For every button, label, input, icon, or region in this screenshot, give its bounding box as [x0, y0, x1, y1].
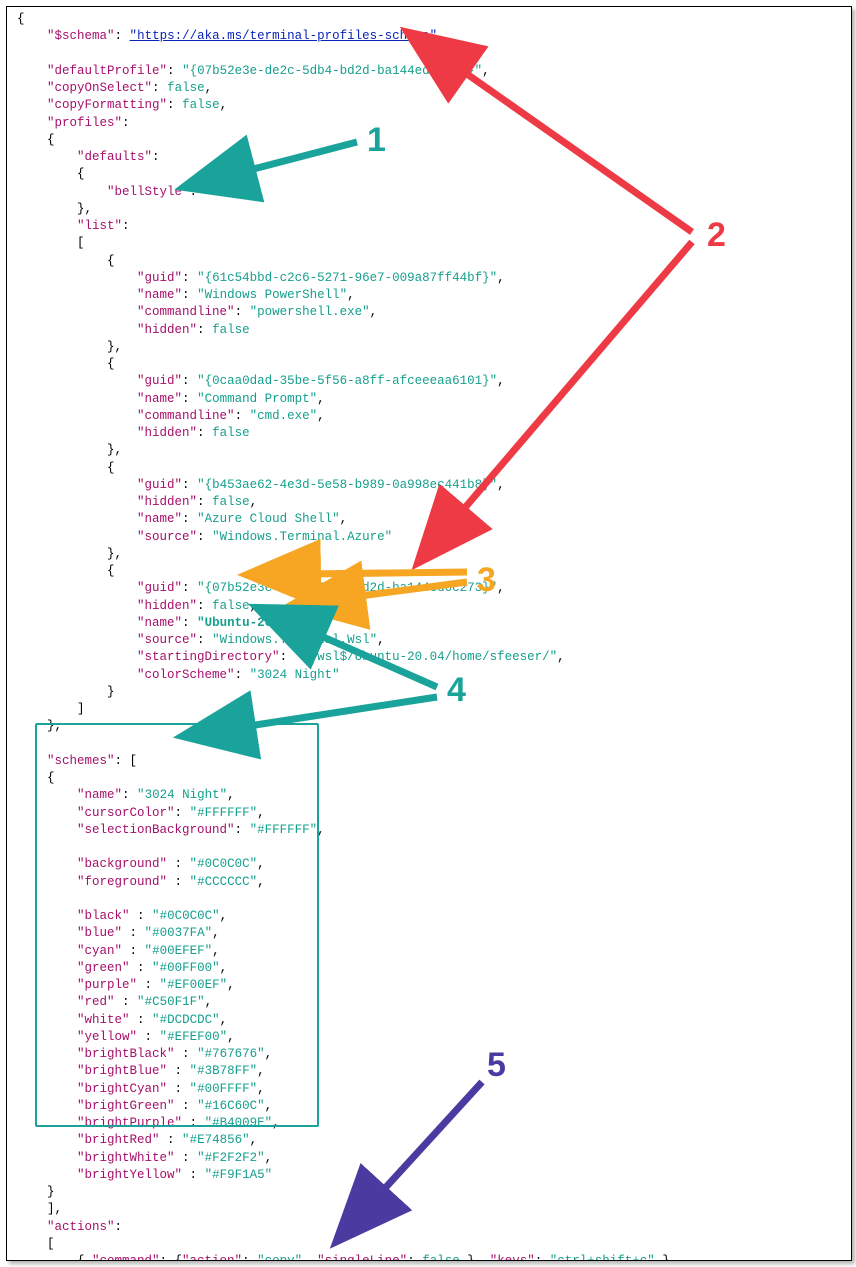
scheme-green: #00FF00	[160, 961, 213, 975]
scheme-yellow: #EFEF00	[167, 1030, 220, 1044]
profile1-hidden: false	[212, 426, 250, 440]
profile2-source: Windows.Terminal.Azure	[220, 530, 385, 544]
scheme-red: #C50F1F	[145, 995, 198, 1009]
profile1-cmd: cmd.exe	[257, 409, 310, 423]
scheme-brightYellow: #F9F1A5	[212, 1168, 265, 1182]
profile3-source: Windows.Terminal.Wsl	[220, 633, 370, 647]
action0-action: copy	[265, 1254, 295, 1261]
default-profile-guid: {07b52e3e-de2c-5db4-bd2d-ba144ed6c273}	[190, 64, 475, 78]
scheme-blue: #0037FA	[152, 926, 205, 940]
bell-style: none	[212, 185, 242, 199]
scheme-black: #0C0C0C	[160, 909, 213, 923]
scheme-brightBlue: #3B78FF	[197, 1064, 250, 1078]
scheme-brightGreen: #16C60C	[205, 1099, 258, 1113]
scheme-name: 3024 Night	[145, 788, 220, 802]
profile2-name: Azure Cloud Shell	[205, 512, 333, 526]
action0-extraval: false	[422, 1254, 460, 1261]
scheme-selectionBackground: #FFFFFF	[257, 823, 310, 837]
schema-url[interactable]: https://aka.ms/terminal-profiles-schema	[137, 29, 430, 43]
profile3-guid: {07b52e3e-de2c-5db4-bd2d-ba144ed6c273}	[205, 581, 490, 595]
scheme-brightCyan: #00FFFF	[197, 1082, 250, 1096]
profile0-guid: {61c54bbd-c2c6-5271-96e7-009a87ff44bf}	[205, 271, 490, 285]
scheme-cyan: #00EFEF	[152, 944, 205, 958]
action0-keys: ctrl+shift+c	[557, 1254, 647, 1261]
page-container: { "$schema": "https://aka.ms/terminal-pr…	[6, 6, 852, 1261]
profile2-hidden: false	[212, 495, 250, 509]
profile3-colorscheme: 3024 Night	[257, 668, 332, 682]
copy-formatting: false	[182, 98, 220, 112]
profile2-guid: {b453ae62-4e3d-5e58-b989-0a998ec441b8}	[205, 478, 490, 492]
profile3-name: Ubuntu-20.04	[205, 616, 295, 630]
profile3-hidden: false	[212, 599, 250, 613]
code-block: { "$schema": "https://aka.ms/terminal-pr…	[17, 11, 852, 1261]
scheme-foreground: #CCCCCC	[197, 875, 250, 889]
scheme-background: #0C0C0C	[197, 857, 250, 871]
profile0-cmd: powershell.exe	[257, 305, 362, 319]
action0-extrakey: singleLine	[325, 1254, 400, 1261]
scheme-white: #DCDCDC	[160, 1013, 213, 1027]
profile1-name: Command Prompt	[205, 392, 310, 406]
profile0-hidden: false	[212, 323, 250, 337]
scheme-brightRed: #E74856	[190, 1133, 243, 1147]
scheme-brightPurple: #B4009E	[212, 1116, 265, 1130]
scheme-brightBlack: #767676	[205, 1047, 258, 1061]
scheme-purple: #EF00EF	[167, 978, 220, 992]
copy-on-select: false	[167, 81, 205, 95]
profile1-guid: {0caa0dad-35be-5f56-a8ff-afceeeaa6101}	[205, 374, 490, 388]
profile3-startdir: //wsl$/Ubuntu-20.04/home/sfeeser/	[302, 650, 550, 664]
scheme-brightWhite: #F2F2F2	[205, 1151, 258, 1165]
profile0-name: Windows PowerShell	[205, 288, 340, 302]
scheme-cursorColor: #FFFFFF	[197, 806, 250, 820]
